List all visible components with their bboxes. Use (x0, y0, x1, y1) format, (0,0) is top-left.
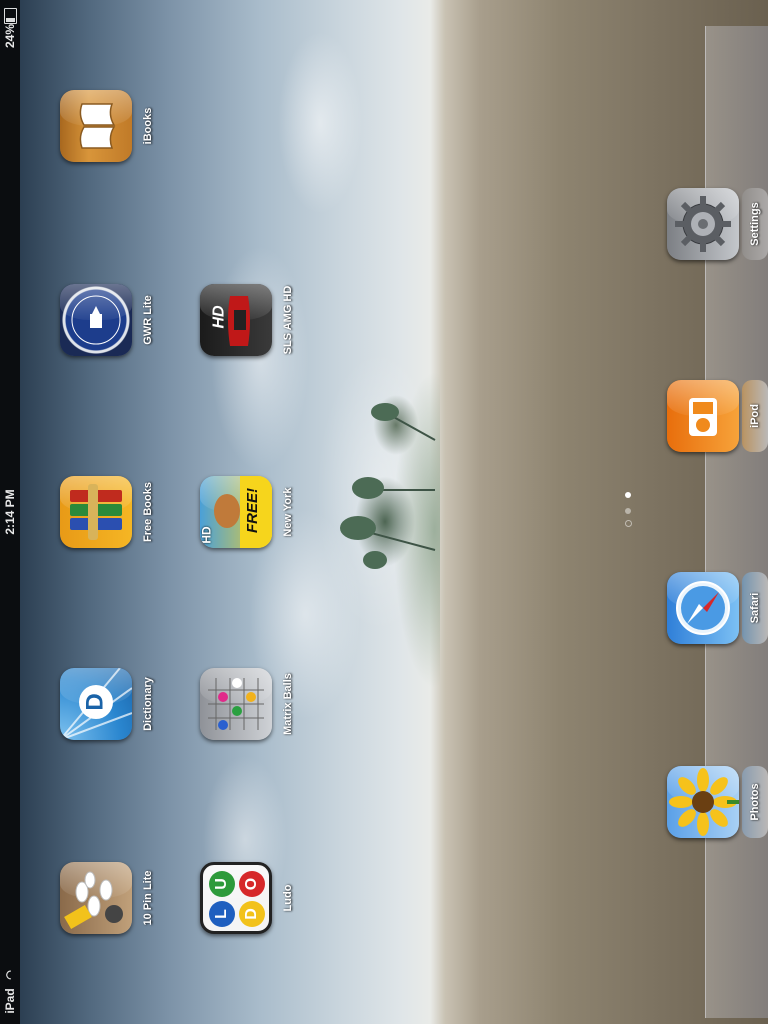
matrix-balls-icon (200, 668, 272, 740)
ludo-letter-o: O (239, 871, 265, 897)
app-matrix-balls[interactable]: Matrix Balls (198, 666, 294, 742)
app-sls-amg-hd[interactable]: HD SLS AMG HD (198, 282, 294, 358)
app-label: SLS AMG HD (282, 285, 294, 355)
carrier-label: iPad (3, 988, 17, 1014)
ipod-icon (667, 380, 739, 452)
app-label: Ludo (282, 884, 294, 912)
dock-app-label: iPod (749, 404, 761, 428)
dock-app-label: Safari (749, 592, 761, 624)
page-indicator[interactable] (622, 490, 634, 530)
app-gwr-lite[interactable]: GWR Lite (58, 282, 154, 358)
free-books-icon (60, 476, 132, 548)
bowling-pins-icon (60, 862, 132, 934)
guinness-world-records-icon (60, 284, 132, 356)
safari-compass-icon (667, 572, 739, 644)
status-bar: 24% 2:14 PM ◠ iPad (0, 0, 20, 1024)
settings-gear-icon (667, 188, 739, 260)
app-label: GWR Lite (142, 295, 154, 345)
app-free-books[interactable]: Free Books (58, 474, 154, 550)
dictionary-letter: D (81, 693, 109, 711)
dock-app-label: Photos (749, 783, 761, 821)
sls-amg-car-icon: HD (200, 284, 272, 356)
battery-icon (4, 8, 17, 24)
app-label: iBooks (142, 107, 154, 145)
ibooks-icon (60, 90, 132, 162)
app-ludo[interactable]: L U D O Ludo (198, 860, 294, 936)
battery-percent: 24% (3, 23, 17, 49)
palm-trees-icon (340, 403, 436, 569)
dock (705, 26, 768, 1018)
dock-app-settings[interactable]: Settings (665, 186, 761, 262)
app-new-york[interactable]: FREE! HD New York (198, 474, 294, 550)
app-dictionary[interactable]: D Dictionary (58, 666, 154, 742)
new-york-free-badge: FREE! (244, 488, 261, 533)
app-label: 10 Pin Lite (142, 870, 154, 926)
sls-hd-badge: HD (210, 305, 228, 329)
page-dot (625, 508, 631, 514)
app-label: Free Books (142, 482, 154, 542)
wallpaper-island (330, 320, 440, 740)
dock-app-ipod[interactable]: iPod (665, 378, 761, 454)
ludo-letter-d: D (239, 901, 265, 927)
app-label: Matrix Balls (282, 673, 294, 735)
spotlight-search-icon (625, 520, 632, 527)
ludo-icon: L U D O (200, 862, 272, 934)
dock-app-safari[interactable]: Safari (665, 570, 761, 646)
app-label: Dictionary (142, 677, 154, 731)
photos-sunflower-icon (667, 766, 739, 838)
wifi-icon: ◠ (4, 970, 17, 980)
dock-app-label: Settings (749, 202, 761, 246)
ludo-letter-l: L (209, 901, 235, 927)
new-york-hd-badge: HD (200, 526, 214, 544)
app-10-pin-lite[interactable]: 10 Pin Lite (58, 860, 154, 936)
app-ibooks[interactable]: iBooks (58, 88, 154, 164)
dock-app-photos[interactable]: Photos (665, 764, 761, 840)
ludo-letter-u: U (209, 871, 235, 897)
dictionary-icon: D (60, 668, 132, 740)
new-york-free-icon: FREE! HD (200, 476, 272, 548)
app-label: New York (282, 487, 294, 537)
status-time: 2:14 PM (3, 489, 17, 535)
page-dot-current (625, 492, 631, 498)
